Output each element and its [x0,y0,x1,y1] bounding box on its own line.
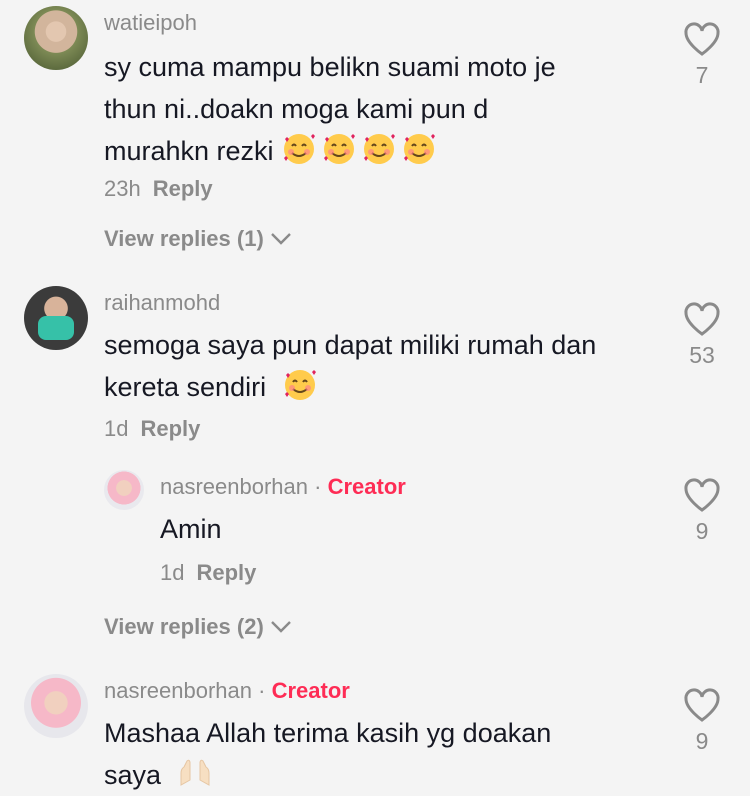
smiling-face-with-hearts-emoji [364,134,396,164]
avatar[interactable] [24,674,88,738]
smiling-face-with-hearts-emoji [324,134,356,164]
view-replies-label: View replies (2) [104,614,264,639]
comment-text-segment: murahkn rezki [104,136,274,166]
comment-text-line: Mashaa Allah terima kasih yg doakan [104,718,552,748]
comment-text: semoga saya pun dapat miliki rumah dan k… [104,324,664,408]
creator-badge: Creator [271,678,350,703]
comment-text-segment: kereta sendiri [104,372,267,402]
like-count: 53 [689,342,715,368]
reply-username[interactable]: nasreenborhan [160,474,308,499]
comment-text-line: kereta sendiri [104,366,664,408]
view-replies-button[interactable]: View replies (1) [104,226,292,252]
separator-dot: · [258,678,266,703]
heart-outline-icon [684,22,720,56]
emoji-group [274,134,442,166]
comment-username[interactable]: nasreenborhan [104,678,252,703]
comment-text-line: sy cuma mampu belikn suami moto je [104,52,556,82]
palms-up-together-emoji [180,759,210,786]
heart-outline-icon [684,478,720,512]
like-button[interactable]: 53 [680,302,724,369]
comment-username[interactable]: watieipoh [104,10,197,36]
view-replies-label: View replies (1) [104,226,264,251]
like-button[interactable]: 9 [680,478,724,545]
comment-text-line: thun ni..doakn moga kami pun d [104,94,489,124]
comment-text-line: murahkn rezki [104,130,664,172]
comment-time: 23h [104,176,141,201]
chevron-down-icon [270,621,291,633]
comment-username[interactable]: raihanmohd [104,290,220,316]
avatar[interactable] [104,470,144,510]
heart-outline-icon [684,688,720,722]
reply-meta: 1d Reply [160,560,256,586]
reply-button[interactable]: Reply [153,176,213,201]
comment-text-segment: saya [104,760,162,790]
reply-text: Amin [160,514,222,544]
avatar[interactable] [24,6,88,70]
reply-time: 1d [160,560,185,585]
comment-meta: 1d Reply [104,416,200,442]
avatar[interactable] [24,286,88,350]
smiling-face-with-hearts-emoji [404,134,436,164]
view-replies-button[interactable]: View replies (2) [104,614,292,640]
reply-button[interactable]: Reply [140,416,200,441]
like-count: 9 [695,728,709,754]
like-count: 9 [695,518,709,544]
comment-username-row: nasreenborhan · Creator [104,678,350,704]
chevron-down-icon [270,233,291,245]
like-button[interactable]: 9 [680,688,724,755]
separator-dot: · [314,474,322,499]
reply-username-row: nasreenborhan · Creator [160,474,406,500]
like-count: 7 [695,62,709,88]
comment-text: sy cuma mampu belikn suami moto je thun … [104,46,664,172]
heart-outline-icon [684,302,720,336]
comment-meta: 23h Reply [104,176,213,202]
smiling-face-with-hearts-emoji [284,134,316,164]
comment-text: Mashaa Allah terima kasih yg doakan saya [104,712,664,796]
comment-time: 1d [104,416,129,441]
smiling-face-with-hearts-emoji [284,370,316,400]
like-button[interactable]: 7 [680,22,724,89]
creator-badge: Creator [327,474,406,499]
comment-text-line: semoga saya pun dapat miliki rumah dan [104,330,597,360]
reply-button[interactable]: Reply [196,560,256,585]
